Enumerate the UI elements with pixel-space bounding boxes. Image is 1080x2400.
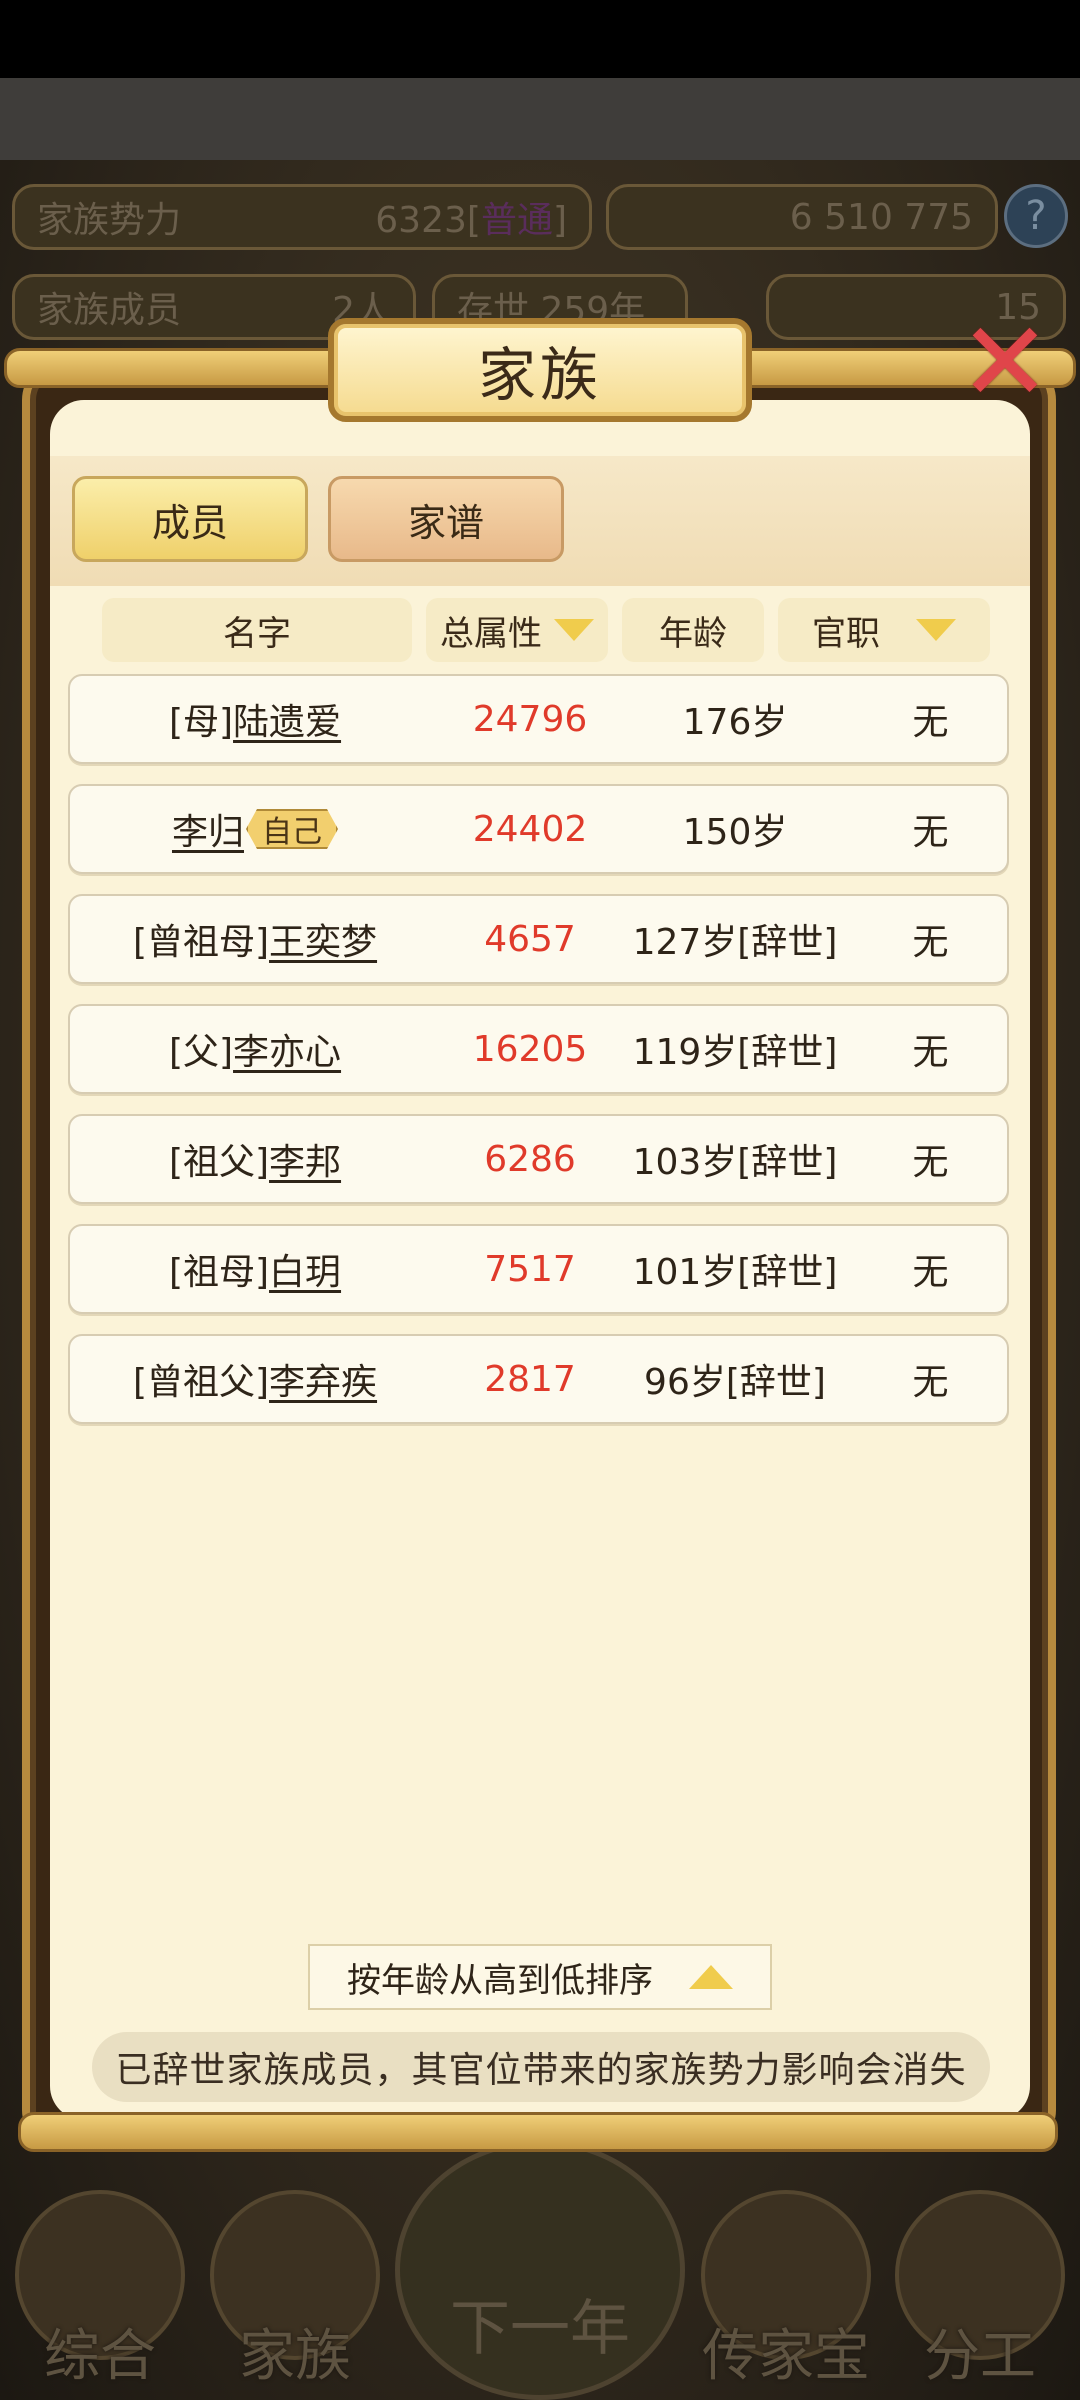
member-name-link[interactable]: 李弃疾 <box>269 1353 377 1405</box>
close-icon[interactable]: ✕ <box>950 307 1060 422</box>
notice-text: 已辞世家族成员，其官位带来的家族势力影响会消失 <box>92 2032 990 2102</box>
member-name: [母] 陆遗爱 <box>70 676 440 762</box>
member-name-link[interactable]: 李亦心 <box>233 1023 341 1075</box>
member-name-link[interactable]: 李邦 <box>269 1133 341 1185</box>
member-name: 李归 自己 <box>70 786 440 872</box>
member-age: 176岁 <box>682 702 788 743</box>
column-age[interactable]: 年龄 <box>622 598 764 662</box>
table-row[interactable]: [曾祖父] 李弃疾 2817 96岁[辞世] 无 <box>68 1334 1009 1424</box>
sort-label: 按年龄从高到低排序 <box>347 1960 653 2001</box>
family-power-panel: 家族势力 6323[普通] <box>12 184 592 250</box>
member-age: 101岁[辞世] <box>632 1252 838 1293</box>
help-button[interactable]: ? <box>1004 184 1068 248</box>
member-attr: 6286 <box>484 1138 576 1180</box>
member-name-link[interactable]: 王奕梦 <box>269 913 377 965</box>
nav-division[interactable]: 分工 <box>890 2190 1070 2400</box>
self-badge: 自己 <box>246 809 338 849</box>
status-bar <box>0 0 1080 78</box>
member-name: [父] 李亦心 <box>70 1006 440 1092</box>
table-row[interactable]: [祖父] 李邦 6286 103岁[辞世] 无 <box>68 1114 1009 1204</box>
member-attr: 2817 <box>484 1358 576 1400</box>
top-strip <box>0 78 1080 160</box>
member-job: 无 <box>912 702 949 743</box>
member-name: [祖父] 李邦 <box>70 1116 440 1202</box>
member-age: 127岁[辞世] <box>632 922 838 963</box>
family-power-value: 6323[普通] <box>375 200 567 241</box>
sort-down-icon <box>554 619 594 641</box>
nav-family[interactable]: 家族 <box>205 2190 385 2400</box>
resources-value: 6 510 775 <box>789 196 973 238</box>
member-attr: 24796 <box>472 698 588 740</box>
member-attr: 7517 <box>484 1248 576 1290</box>
member-age: 150岁 <box>682 812 788 853</box>
member-age: 119岁[辞世] <box>632 1032 838 1073</box>
member-age: 96岁[辞世] <box>644 1362 826 1403</box>
member-name: [曾祖父] 李弃疾 <box>70 1336 440 1422</box>
dialog-bottom-bar <box>18 2112 1058 2152</box>
next-year-button[interactable]: 下一年 <box>395 2140 685 2400</box>
member-attr: 24402 <box>472 808 588 850</box>
member-job: 无 <box>912 1362 949 1403</box>
column-job[interactable]: 官职 <box>778 598 990 662</box>
table-row[interactable]: [父] 李亦心 16205 119岁[辞世] 无 <box>68 1004 1009 1094</box>
table-row[interactable]: [母] 陆遗爱 24796 176岁 无 <box>68 674 1009 764</box>
member-attr: 16205 <box>472 1028 588 1070</box>
dialog-title: 家族 <box>328 318 752 422</box>
sort-up-icon <box>689 1965 733 1989</box>
column-attr[interactable]: 总属性 <box>426 598 608 662</box>
nav-general[interactable]: 综合 <box>10 2190 190 2400</box>
nav-heirloom[interactable]: 传家宝 <box>696 2190 876 2400</box>
member-job: 无 <box>912 1032 949 1073</box>
table-row[interactable]: [祖母] 白玥 7517 101岁[辞世] 无 <box>68 1224 1009 1314</box>
resources-panel: 6 510 775 <box>606 184 998 250</box>
member-age: 103岁[辞世] <box>632 1142 838 1183</box>
member-name: [曾祖母] 王奕梦 <box>70 896 440 982</box>
member-name-link[interactable]: 陆遗爱 <box>233 693 341 745</box>
family-power-label: 家族势力 <box>37 200 182 241</box>
member-name: [祖母] 白玥 <box>70 1226 440 1312</box>
tab-genealogy[interactable]: 家谱 <box>328 476 564 562</box>
table-row[interactable]: [曾祖母] 王奕梦 4657 127岁[辞世] 无 <box>68 894 1009 984</box>
member-name-link[interactable]: 白玥 <box>269 1243 341 1295</box>
member-job: 无 <box>912 812 949 853</box>
sort-by-age-button[interactable]: 按年龄从高到低排序 <box>308 1944 772 2010</box>
member-attr: 4657 <box>484 918 576 960</box>
dropdown-down-icon <box>916 619 956 641</box>
member-job: 无 <box>912 922 949 963</box>
member-name-link[interactable]: 李归 <box>172 803 244 855</box>
member-job: 无 <box>912 1252 949 1293</box>
tab-members[interactable]: 成员 <box>72 476 308 562</box>
column-name[interactable]: 名字 <box>102 598 412 662</box>
family-members-label: 家族成员 <box>37 290 182 331</box>
member-job: 无 <box>912 1142 949 1183</box>
table-row[interactable]: 李归 自己 24402 150岁 无 <box>68 784 1009 874</box>
